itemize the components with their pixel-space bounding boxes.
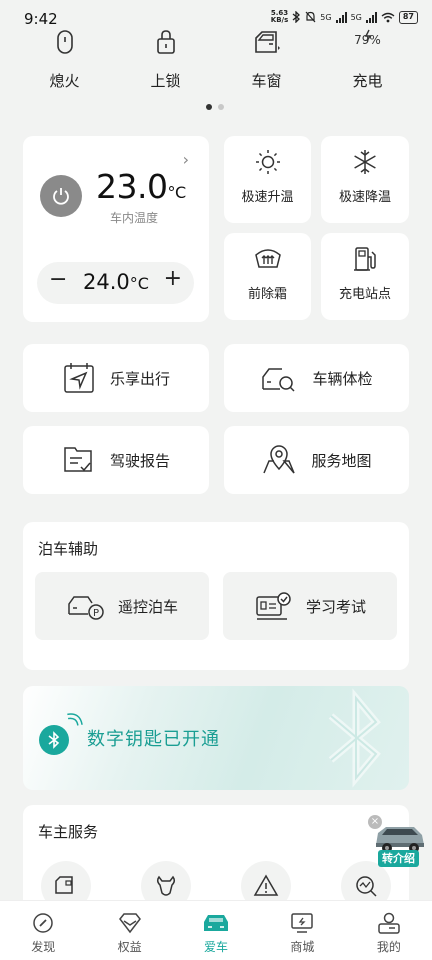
charge-percentage: 79% (354, 33, 381, 47)
referral-floating-badge[interactable]: × 转介绍 (368, 815, 428, 867)
quick-cool-tile[interactable]: 极速降温 (321, 136, 409, 223)
shop-icon (291, 913, 314, 933)
inside-temp-label: 车内温度 (110, 211, 159, 225)
quick-actions-row: 熄火 上锁 车窗 79% 充电 (14, 22, 418, 92)
temperature-stepper: − 24.0°C + (37, 262, 194, 304)
map-pin-icon (263, 445, 296, 474)
signal-bars-2-icon (365, 11, 377, 23)
quick-action-lock[interactable]: 上锁 (115, 22, 216, 92)
tile-label: 极速升温 (241, 190, 294, 205)
quick-action-label: 上锁 (150, 72, 181, 90)
bluetooth-watermark-icon (328, 688, 381, 788)
power-icon (53, 188, 69, 205)
inside-temp-unit: °C (167, 183, 186, 202)
driving-report-card[interactable]: 驾驶报告 (23, 426, 209, 494)
wrench-icon (156, 875, 176, 896)
climate-card[interactable]: › 23.0°C 车内温度 − 24.0°C + (23, 136, 209, 322)
navigation-icon (64, 363, 94, 393)
vehicle-check-card[interactable]: 车辆体检 (224, 344, 409, 412)
car-window-icon (254, 31, 280, 53)
tab-label: 爱车 (204, 940, 229, 954)
temp-decrease-button[interactable]: − (49, 267, 67, 292)
charging-station-icon (354, 247, 376, 271)
card-label: 驾驶报告 (109, 451, 170, 470)
banner-text: 数字钥匙已开通 (87, 729, 220, 750)
temp-increase-button[interactable]: + (164, 266, 182, 291)
owner-services-section: 车主服务 (23, 805, 409, 915)
diamond-icon (118, 913, 141, 934)
inside-temp-value: 23.0 (96, 167, 168, 206)
inside-temperature: 23.0°C (96, 167, 186, 206)
signal-label-1: 5G (320, 12, 332, 22)
lock-icon (156, 30, 175, 54)
referral-close-button[interactable]: × (368, 815, 382, 829)
tab-my-car[interactable]: 爱车 (173, 901, 259, 960)
set-temp-unit: °C (129, 274, 149, 293)
tile-label: 充电站点 (338, 287, 391, 302)
card-label: 服务地图 (311, 451, 372, 470)
card-label: 车辆体检 (312, 369, 373, 388)
digital-key-banner[interactable]: 数字钥匙已开通 (23, 686, 409, 790)
remote-parking-button[interactable]: P 遥控泊车 (35, 572, 209, 640)
wifi-icon (381, 12, 395, 22)
tab-shop[interactable]: 商城 (259, 901, 345, 960)
warning-icon (253, 874, 279, 896)
set-temperature: 24.0°C (83, 270, 149, 294)
page-dot[interactable] (218, 104, 224, 110)
truck-service-icon (55, 876, 73, 894)
quick-action-charge[interactable]: 79% 充电 (317, 22, 418, 92)
parking-assist-section: 泊车辅助 P 遥控泊车 学习考试 (23, 522, 409, 670)
search-chart-icon (356, 876, 377, 897)
quick-action-label: 充电 (352, 72, 383, 90)
tab-label: 我的 (376, 940, 401, 954)
page-dot-active[interactable] (206, 104, 212, 110)
tile-label: 极速降温 (338, 190, 391, 205)
set-temp-value: 24.0 (83, 270, 130, 294)
snowflake-icon (354, 150, 376, 174)
svg-text:P: P (93, 608, 99, 619)
referral-label: 转介绍 (378, 850, 419, 867)
charging-station-tile[interactable]: 充电站点 (321, 233, 409, 320)
signal-bars-1-icon (335, 11, 347, 23)
remote-parking-icon: P (68, 596, 104, 620)
card-label: 乐享出行 (109, 369, 170, 388)
climate-power-button[interactable] (40, 175, 82, 217)
tab-label: 发现 (31, 940, 56, 954)
parking-button-label: 学习考试 (305, 597, 366, 616)
car-icon (204, 915, 229, 931)
page-indicator (206, 104, 224, 110)
quick-action-label: 熄火 (49, 72, 80, 90)
report-icon (64, 447, 92, 472)
tile-label: 前除霜 (247, 287, 287, 302)
learn-exam-button[interactable]: 学习考试 (223, 572, 397, 640)
key-fob-icon (56, 30, 73, 54)
wireless-signal-icon (67, 713, 83, 726)
front-defrost-tile[interactable]: 前除霜 (224, 233, 311, 320)
section-title: 泊车辅助 (38, 540, 99, 558)
tab-label: 商城 (290, 940, 315, 954)
sun-icon (255, 150, 280, 174)
service-map-card[interactable]: 服务地图 (224, 426, 409, 494)
enjoy-travel-card[interactable]: 乐享出行 (23, 344, 209, 412)
compass-icon (33, 913, 53, 933)
defrost-icon (254, 249, 281, 268)
quick-heat-tile[interactable]: 极速升温 (224, 136, 311, 223)
quick-action-label: 车窗 (251, 72, 282, 90)
section-title: 车主服务 (38, 823, 99, 841)
profile-icon (378, 912, 400, 934)
certificate-icon (256, 592, 291, 620)
bottom-tab-bar: 发现 权益 爱车 商城 我的 (0, 900, 432, 960)
car-check-icon (262, 368, 296, 392)
quick-action-engine-off[interactable]: 熄火 (14, 22, 115, 92)
tab-benefits[interactable]: 权益 (86, 901, 172, 960)
tab-discover[interactable]: 发现 (0, 901, 86, 960)
quick-action-window[interactable]: 车窗 (216, 22, 317, 92)
signal-label-2: 5G (350, 12, 362, 22)
parking-button-label: 遥控泊车 (117, 597, 178, 616)
tab-label: 权益 (117, 940, 142, 954)
tab-profile[interactable]: 我的 (346, 901, 432, 960)
